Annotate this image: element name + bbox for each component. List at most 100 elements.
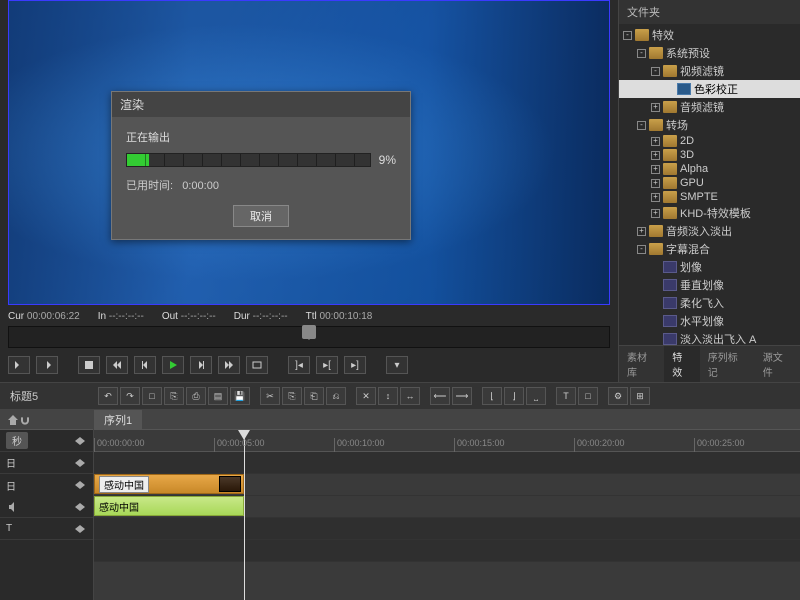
tab-effects[interactable]: 特效	[664, 346, 700, 382]
tree-toggle[interactable]: -	[637, 49, 646, 58]
tree-toggle[interactable]: +	[651, 103, 660, 112]
tree-item[interactable]: +3D	[619, 148, 800, 162]
toolbar-button[interactable]: T	[556, 387, 576, 405]
stop-button[interactable]	[78, 356, 100, 374]
tree-item[interactable]: +2D	[619, 134, 800, 148]
timeline-toolbar: ↶↷□⎘⎙▤💾✂⎘⎗⎌✕↕↔⟵⟶⌊⌋⎵T□⚙⊞	[94, 383, 800, 409]
toolbar-button[interactable]: □	[142, 387, 162, 405]
tree-toggle[interactable]: +	[651, 209, 660, 218]
video-clip[interactable]: 感动中国	[94, 474, 244, 494]
effects-tree[interactable]: -特效-系统预设-视频滤镜色彩校正+音频滤镜-转场+2D+3D+Alpha+GP…	[619, 24, 800, 345]
more-button[interactable]: ▾	[386, 356, 408, 374]
toolbar-button[interactable]: ⊞	[630, 387, 650, 405]
loop-button[interactable]	[246, 356, 268, 374]
toolbar-button[interactable]: ⚙	[608, 387, 628, 405]
tree-item[interactable]: +KHD-特效模板	[619, 204, 800, 222]
render-dialog: 渲染 正在输出 9% 已用时间: 0:00:00 取消	[111, 91, 411, 240]
tree-toggle[interactable]: -	[637, 121, 646, 130]
play-in-out-button[interactable]: ▸]	[344, 356, 366, 374]
snap-icon[interactable]	[20, 413, 34, 427]
toolbar-button[interactable]: ↷	[120, 387, 140, 405]
cancel-button[interactable]: 取消	[233, 205, 289, 227]
toolbar-button[interactable]: ⎗	[304, 387, 324, 405]
tree-item[interactable]: 垂直划像	[619, 276, 800, 294]
track-v2-toggle[interactable]	[73, 456, 87, 470]
tree-toggle[interactable]: +	[651, 165, 660, 174]
tree-item[interactable]: +Alpha	[619, 162, 800, 176]
rewind-button[interactable]	[106, 356, 128, 374]
fastfwd-button[interactable]	[218, 356, 240, 374]
ruler-mark: 00:00:20:00	[574, 438, 625, 452]
scrub-handle[interactable]	[302, 325, 316, 339]
toolbar-button[interactable]: ↔	[400, 387, 420, 405]
mark-in-button[interactable]	[8, 356, 30, 374]
track-v2[interactable]	[94, 452, 800, 474]
time-unit-selector[interactable]: 秒	[6, 432, 28, 449]
track-v1[interactable]: 感动中国	[94, 474, 800, 496]
tree-toggle[interactable]: -	[623, 31, 632, 40]
sequence-tab-1[interactable]: 序列1	[94, 410, 142, 429]
next-frame-button[interactable]	[190, 356, 212, 374]
tree-toggle[interactable]: -	[637, 245, 646, 254]
tree-item[interactable]: -视频滤镜	[619, 62, 800, 80]
tab-markers[interactable]: 序列标记	[700, 346, 755, 382]
track-title[interactable]	[94, 540, 800, 562]
prev-frame-button[interactable]	[134, 356, 156, 374]
toolbar-button[interactable]: ⎵	[526, 387, 546, 405]
track-a1[interactable]: 感动中国	[94, 496, 800, 518]
home-icon[interactable]	[6, 413, 20, 427]
tree-item[interactable]: -转场	[619, 116, 800, 134]
toolbar-button[interactable]: ▤	[208, 387, 228, 405]
track-t-toggle[interactable]	[73, 522, 87, 536]
toolbar-button[interactable]: □	[578, 387, 598, 405]
audio-clip[interactable]: 感动中国	[94, 496, 244, 516]
tree-item[interactable]: 柔化飞入	[619, 294, 800, 312]
tree-item[interactable]: +SMPTE	[619, 190, 800, 204]
tree-toggle[interactable]: +	[651, 179, 660, 188]
tab-source[interactable]: 源文件	[755, 346, 800, 382]
tree-item[interactable]: -系统预设	[619, 44, 800, 62]
toolbar-button[interactable]: ✂	[260, 387, 280, 405]
mark-out-button[interactable]	[36, 356, 58, 374]
tree-item[interactable]: +音频滤镜	[619, 98, 800, 116]
speaker-icon[interactable]	[6, 500, 20, 514]
toolbar-button[interactable]: 💾	[230, 387, 250, 405]
goto-in-button[interactable]: ]◂	[288, 356, 310, 374]
tree-toggle[interactable]: +	[651, 137, 660, 146]
preview-viewport[interactable]: 渲染 正在输出 9% 已用时间: 0:00:00 取消	[8, 0, 610, 305]
tree-toggle[interactable]: +	[651, 151, 660, 160]
tree-item[interactable]: 淡入淡出飞入 A	[619, 330, 800, 345]
tree-toggle[interactable]: -	[651, 67, 660, 76]
tree-item[interactable]: 色彩校正	[619, 80, 800, 98]
toolbar-button[interactable]: ✕	[356, 387, 376, 405]
goto-out-button[interactable]: ▸[	[316, 356, 338, 374]
track-a1-toggle[interactable]	[73, 500, 87, 514]
timeline-title: 标题5	[0, 384, 94, 408]
tab-library[interactable]: 素材库	[619, 346, 664, 382]
tree-item[interactable]: -字幕混合	[619, 240, 800, 258]
toolbar-button[interactable]: ⟵	[430, 387, 450, 405]
track-v1-toggle[interactable]	[73, 478, 87, 492]
play-button[interactable]	[162, 356, 184, 374]
tree-toggle[interactable]: +	[651, 193, 660, 202]
tree-item[interactable]: 划像	[619, 258, 800, 276]
toolbar-button[interactable]: ⎘	[282, 387, 302, 405]
toolbar-button[interactable]: ⟶	[452, 387, 472, 405]
toolbar-button[interactable]: ⎙	[186, 387, 206, 405]
transport-bar: ]◂ ▸[ ▸] ▾	[0, 348, 618, 382]
tree-toggle[interactable]: +	[637, 227, 646, 236]
toolbar-button[interactable]: ⎘	[164, 387, 184, 405]
tree-item[interactable]: +音频淡入淡出	[619, 222, 800, 240]
scrub-bar[interactable]	[8, 326, 610, 348]
toolbar-button[interactable]: ⎌	[326, 387, 346, 405]
track-lock-icon[interactable]	[73, 434, 87, 448]
tree-item[interactable]: +GPU	[619, 176, 800, 190]
toolbar-button[interactable]: ↕	[378, 387, 398, 405]
toolbar-button[interactable]: ⌋	[504, 387, 524, 405]
toolbar-button[interactable]: ⌊	[482, 387, 502, 405]
tree-item[interactable]: -特效	[619, 26, 800, 44]
time-ruler[interactable]: 00:00:00:0000:00:05:0000:00:10:0000:00:1…	[94, 430, 800, 452]
tracks-area[interactable]: 感动中国 感动中国	[94, 452, 800, 600]
tree-item[interactable]: 水平划像	[619, 312, 800, 330]
toolbar-button[interactable]: ↶	[98, 387, 118, 405]
